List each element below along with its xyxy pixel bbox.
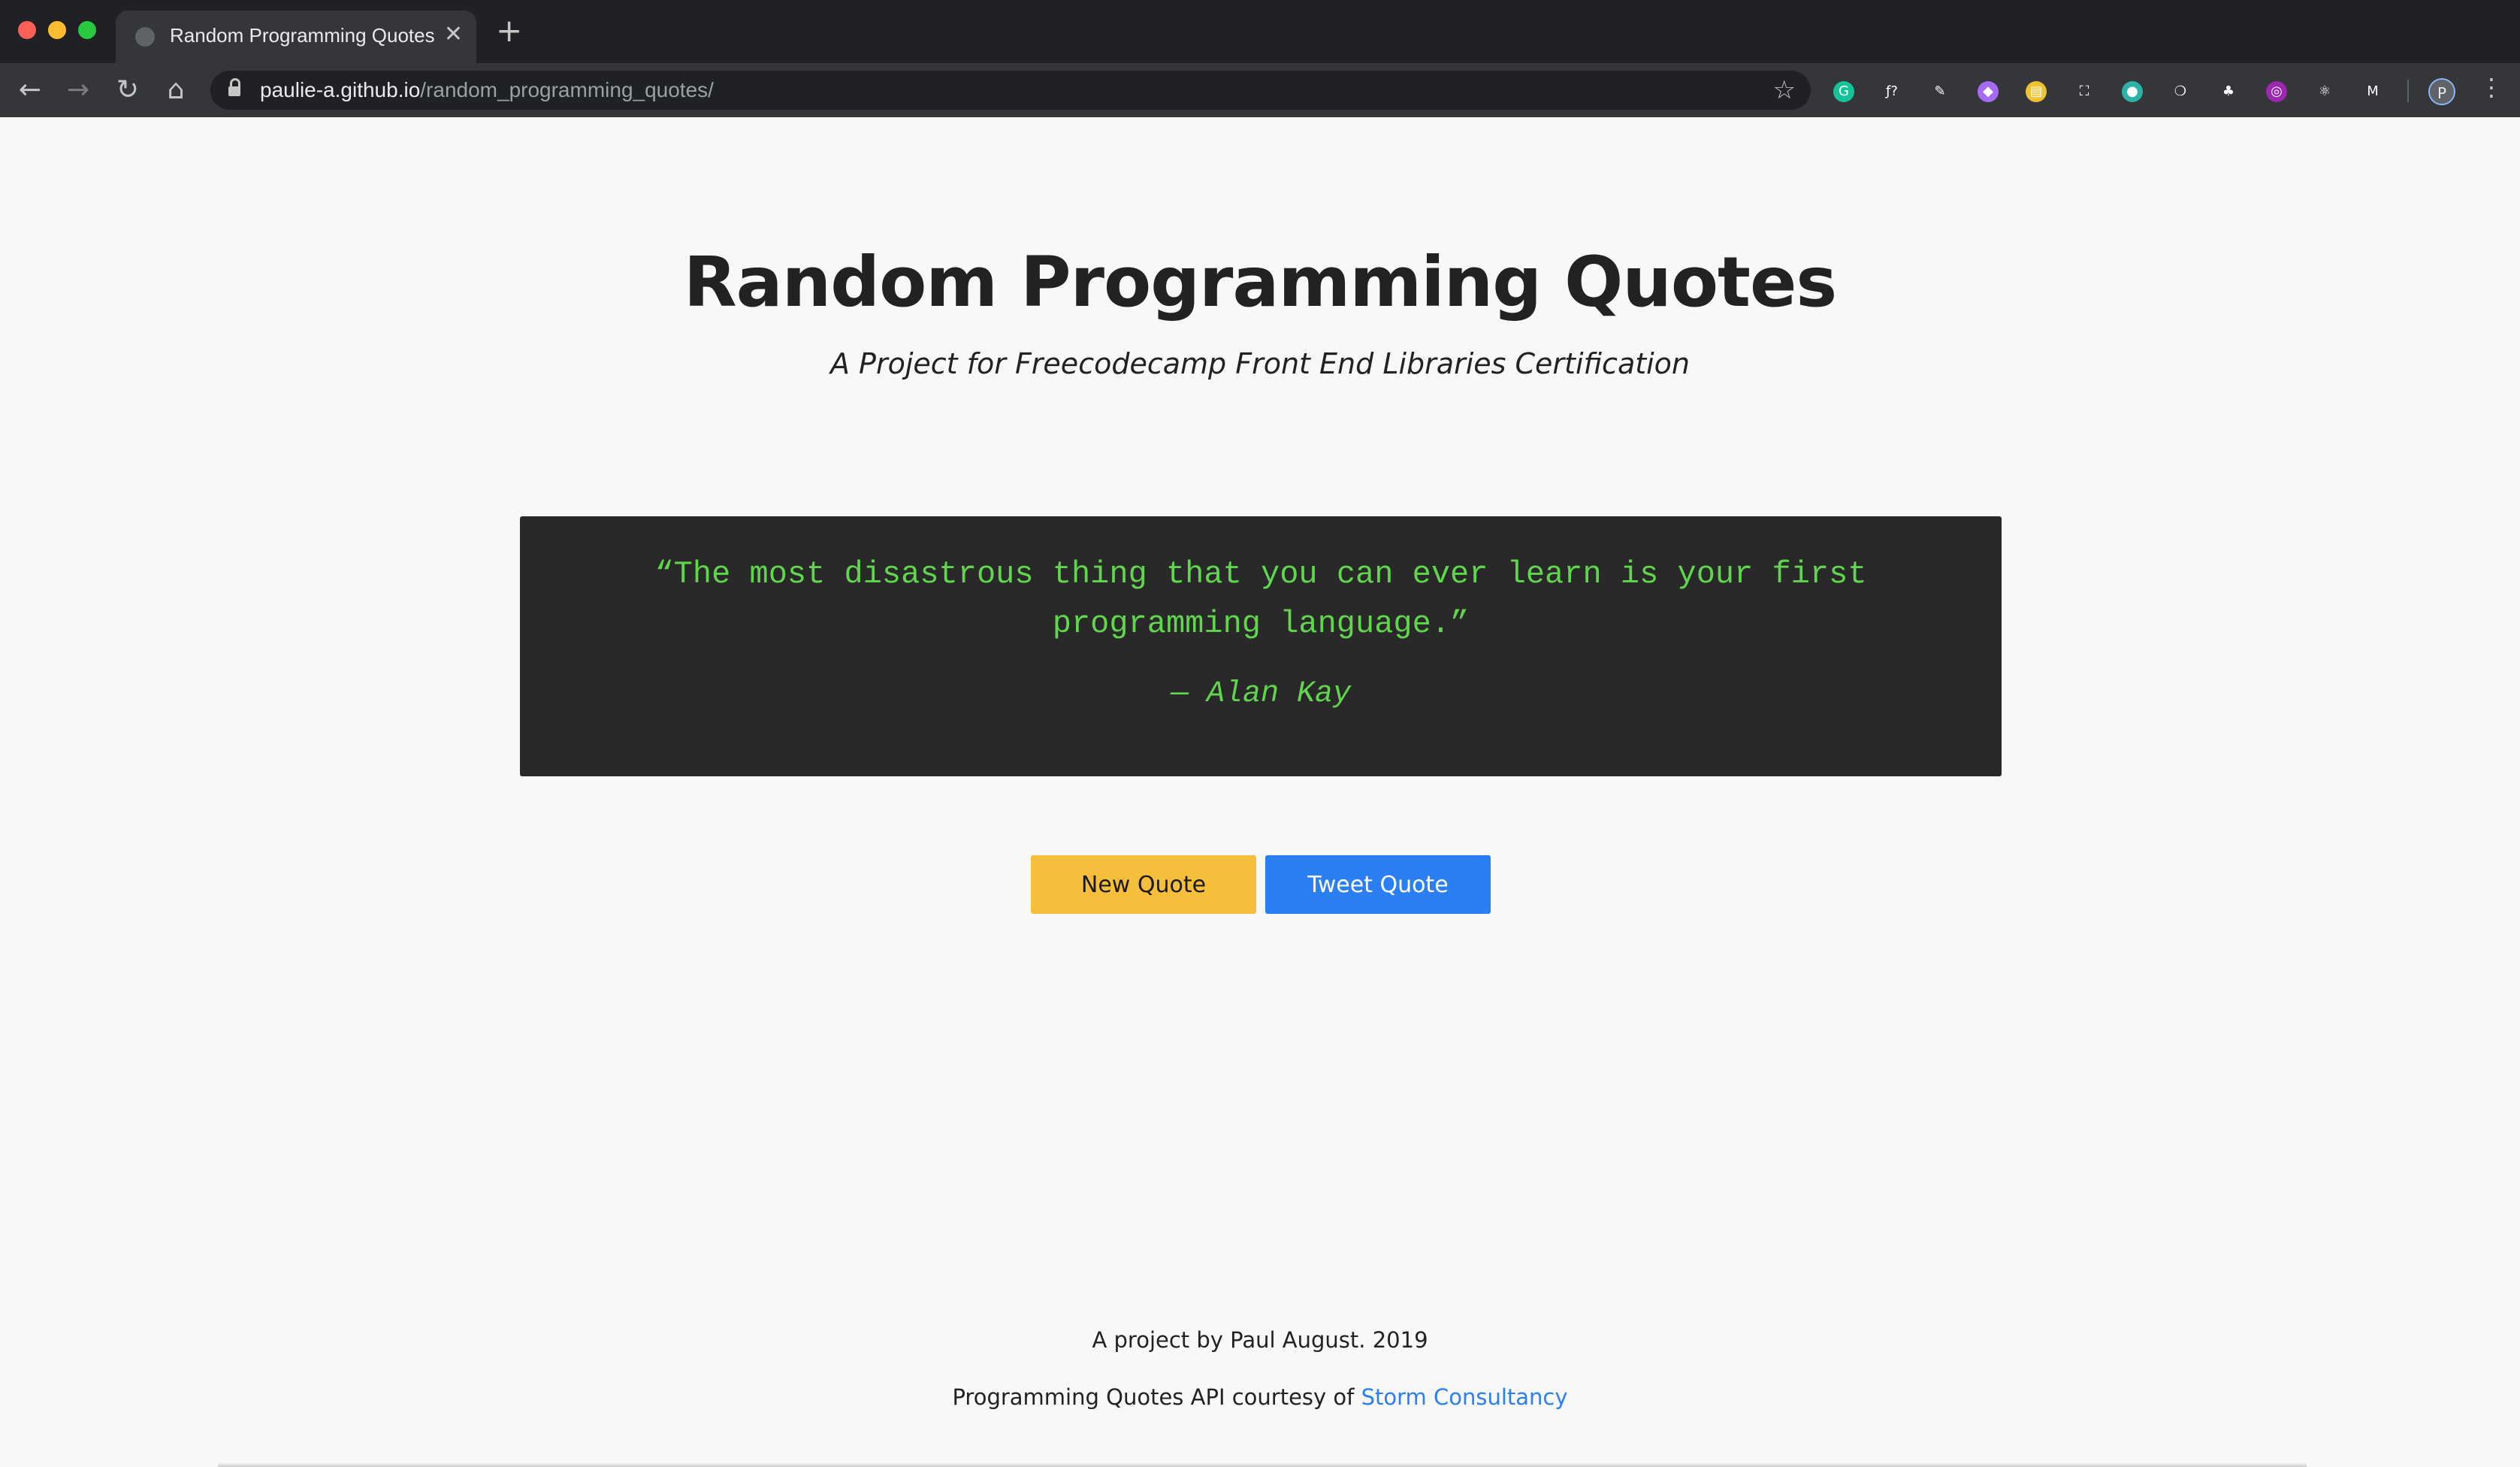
browser-toolbar: ← → ↻ ⌂ paulie-a.github.io/random_progra…	[0, 63, 2520, 117]
quote-box: “The most disastrous thing that you can …	[520, 516, 2002, 776]
tag-extension-icon[interactable]: ◆	[1978, 81, 1999, 102]
address-bar[interactable]: paulie-a.github.io/random_programming_qu…	[210, 71, 1811, 110]
circle-extension-icon[interactable]: ●	[2122, 81, 2143, 102]
bulb-extension-icon[interactable]: ❍	[2170, 81, 2191, 102]
footer-credit: A project by Paul August. 2019	[1092, 1327, 1428, 1353]
profile-avatar[interactable]: P	[2428, 78, 2455, 105]
tweet-quote-button[interactable]: Tweet Quote	[1265, 855, 1491, 914]
screenshot-extension-icon[interactable]: ⛶	[2074, 81, 2095, 102]
notes-extension-icon[interactable]: ▤	[2026, 81, 2047, 102]
quote-author: — Alan Kay	[1170, 677, 1352, 711]
new-quote-button[interactable]: New Quote	[1031, 855, 1256, 914]
bookmark-star-icon[interactable]: ☆	[1773, 75, 1796, 105]
page-content: Random Programming Quotes A Project for …	[0, 117, 2520, 1467]
tree-extension-icon[interactable]: ♣	[2218, 81, 2239, 102]
grammarly-extension-icon[interactable]: G	[1833, 81, 1854, 102]
close-tab-icon[interactable]: ✕	[444, 21, 463, 47]
m-extension-icon[interactable]: M	[2362, 81, 2383, 102]
browser-menu-icon[interactable]: ⋮	[2479, 75, 2503, 99]
back-icon[interactable]: ←	[14, 74, 47, 107]
formula-extension-icon[interactable]: ƒ?	[1881, 81, 1902, 102]
lock-icon[interactable]	[228, 78, 240, 96]
bottom-shadow	[218, 1462, 2307, 1467]
react-extension-icon[interactable]: ⚛	[2314, 81, 2335, 102]
url-text[interactable]: paulie-a.github.io/random_programming_qu…	[260, 78, 714, 102]
forward-icon[interactable]: →	[62, 74, 95, 107]
tab-random-programming-quotes[interactable]: Random Programming Quotes ✕	[116, 11, 476, 63]
url-path: /random_programming_quotes/	[420, 78, 714, 101]
minimize-window-icon[interactable]	[48, 21, 66, 39]
pen-extension-icon[interactable]: ✎	[1929, 81, 1950, 102]
globe-icon	[135, 27, 155, 47]
url-host: paulie-a.github.io	[260, 78, 421, 101]
quote-text: “The most disastrous thing that you can …	[654, 556, 1867, 642]
page-title: Random Programming Quotes	[683, 242, 1837, 322]
maximize-window-icon[interactable]	[78, 21, 96, 39]
new-tab-icon[interactable]: +	[496, 15, 522, 47]
storm-consultancy-link[interactable]: Storm Consultancy	[1361, 1384, 1568, 1410]
tab-title: Random Programming Quotes	[170, 24, 435, 47]
tab-strip: Random Programming Quotes ✕ +	[0, 0, 2520, 63]
home-icon[interactable]: ⌂	[159, 74, 192, 107]
toolbar-divider	[2407, 80, 2409, 102]
browser-chrome: Random Programming Quotes ✕ + ← → ↻ ⌂ pa…	[0, 0, 2520, 117]
page-subtitle: A Project for Freecodecamp Front End Lib…	[829, 347, 1691, 380]
purple-extension-icon[interactable]: ◎	[2266, 81, 2287, 102]
reload-icon[interactable]: ↻	[111, 74, 144, 107]
close-window-icon[interactable]	[18, 21, 36, 39]
footer-api-credit: Programming Quotes API courtesy of Storm…	[0, 1384, 2520, 1410]
footer-api-prefix: Programming Quotes API courtesy of	[952, 1384, 1361, 1410]
